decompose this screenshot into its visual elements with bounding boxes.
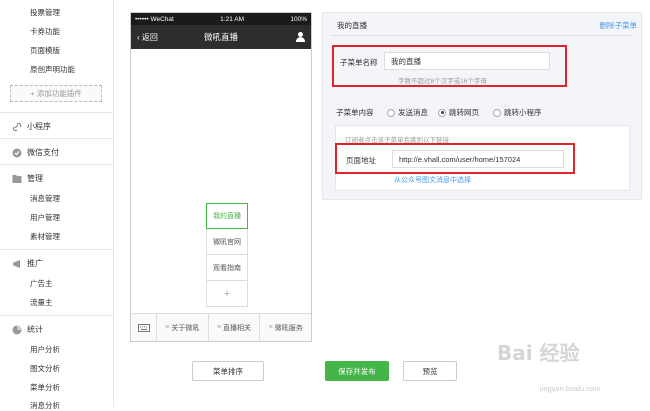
- highlight-box-url: [335, 143, 575, 174]
- sidebar-item-messages[interactable]: 消息管理: [30, 193, 60, 204]
- phone-title: 微吼直播: [203, 32, 238, 42]
- radio-jump-mini-program[interactable]: 跳转小程序: [493, 107, 542, 118]
- watermark-url: jingyan.baidu.com: [540, 384, 601, 393]
- sidebar-section-manage: 管理: [12, 173, 43, 184]
- battery-text: 100%: [290, 15, 307, 23]
- sidebar-item-advertiser[interactable]: 广告主: [30, 278, 53, 289]
- pay-icon: [12, 148, 22, 157]
- sidebar-item-traffic[interactable]: 流量主: [30, 297, 53, 308]
- sidebar-item-article-analysis[interactable]: 图文分析: [30, 363, 60, 374]
- radio-icon: [493, 108, 501, 117]
- radio-send-message[interactable]: 发送消息: [387, 107, 428, 118]
- sidebar-item-mini-program[interactable]: 小程序: [12, 121, 51, 132]
- folder-icon: [12, 174, 22, 183]
- sidebar: 投票管理 卡券功能 页面模版 原创声明功能 + 添加功能插件 小程序 微信支付 …: [0, 0, 114, 410]
- user-icon: [296, 32, 305, 42]
- radio-icon: [387, 108, 395, 117]
- save-publish-button[interactable]: 保存并发布: [325, 361, 389, 381]
- preview-button[interactable]: 预览: [403, 361, 457, 381]
- sidebar-item-vote[interactable]: 投票管理: [30, 7, 60, 18]
- sidebar-item-users[interactable]: 用户管理: [30, 212, 60, 223]
- submenu-item-my-live[interactable]: 我的直播: [206, 203, 248, 229]
- submenu-list: 我的直播 微吼官网 观看指南 +: [206, 203, 248, 307]
- submenu-item-website[interactable]: 微吼官网: [206, 229, 248, 255]
- pie-chart-icon: [12, 325, 22, 334]
- back-button: ‹ 返回: [137, 32, 158, 42]
- carrier-text: •••••• WeChat: [135, 15, 174, 23]
- sidebar-item-message-analysis[interactable]: 消息分析: [30, 400, 60, 411]
- radio-selected-icon: [438, 108, 446, 117]
- phone-menu-bar: ≡ 关于微吼 ≡ 直播相关 ≡ 微吼服务: [131, 313, 311, 342]
- delete-submenu-link[interactable]: 删除子菜单: [600, 20, 638, 31]
- sidebar-section-stats: 统计: [12, 324, 43, 335]
- link-icon: [12, 122, 22, 131]
- radio-jump-webpage[interactable]: 跳转网页: [438, 107, 479, 118]
- clock-text: 1:21 AM: [220, 15, 245, 23]
- add-plugin-button[interactable]: + 添加功能插件: [10, 85, 102, 102]
- select-from-articles-link[interactable]: 从公众号图文消息中选择: [394, 175, 471, 185]
- sidebar-item-menu-analysis[interactable]: 菜单分析: [30, 382, 60, 393]
- sidebar-item-wechat-pay[interactable]: 微信支付: [12, 147, 59, 158]
- phone-nav-bar: ‹ 返回 微吼直播: [131, 25, 311, 49]
- watermark-logo: Bai 经验: [497, 341, 580, 365]
- sidebar-item-user-analysis[interactable]: 用户分析: [30, 344, 60, 355]
- status-bar: •••••• WeChat 1:21 AM 100%: [131, 13, 311, 25]
- keyboard-icon[interactable]: [131, 313, 157, 342]
- submenu-item-guide[interactable]: 观看指南: [206, 255, 248, 281]
- sidebar-item-template[interactable]: 页面模版: [30, 45, 60, 56]
- sidebar-item-original[interactable]: 原创声明功能: [30, 64, 75, 75]
- phone-preview: •••••• WeChat 1:21 AM 100% ‹ 返回 微吼直播 我的直…: [130, 12, 312, 342]
- panel-title: 我的直播: [337, 21, 367, 30]
- sidebar-item-card[interactable]: 卡券功能: [30, 26, 60, 37]
- menu-item-live[interactable]: ≡ 直播相关: [209, 313, 261, 342]
- menu-item-service[interactable]: ≡ 微吼服务: [260, 314, 311, 342]
- content-label: 子菜单内容: [336, 108, 374, 117]
- menu-item-about[interactable]: ≡ 关于微吼: [157, 313, 209, 342]
- megaphone-icon: [13, 259, 20, 268]
- highlight-box-name: [332, 45, 567, 87]
- add-submenu-button[interactable]: +: [206, 281, 248, 307]
- sidebar-item-materials[interactable]: 素材管理: [30, 231, 60, 242]
- menu-sort-button[interactable]: 菜单排序: [192, 361, 264, 381]
- sidebar-section-promote: 推广: [12, 258, 43, 269]
